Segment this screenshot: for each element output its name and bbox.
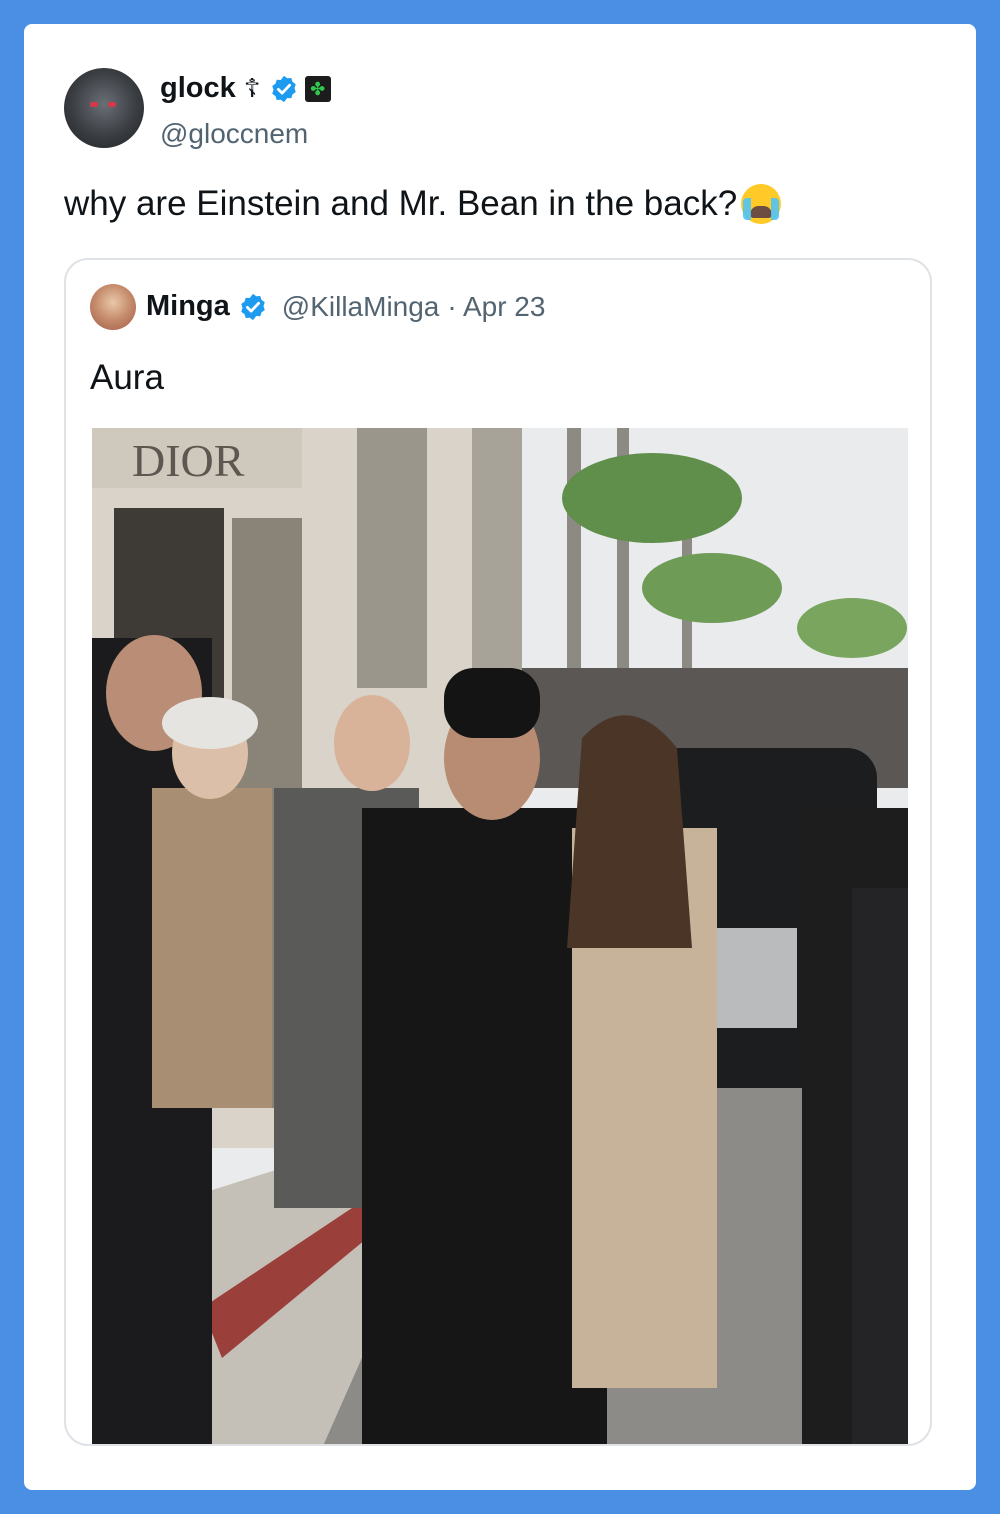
- quoted-author-avatar[interactable]: [90, 284, 136, 330]
- quoted-text: Aura: [90, 358, 164, 397]
- verified-badge-icon: [271, 75, 296, 102]
- quoted-date[interactable]: · Apr 23: [447, 291, 545, 323]
- author-avatar[interactable]: [64, 68, 144, 148]
- dior-sign: DIOR: [132, 435, 245, 486]
- tweet-card: glock ☦ ✤ @gloccnem why are Einstein and…: [24, 24, 976, 1490]
- quoted-tweet[interactable]: Minga @KillaMinga · Apr 23 Aura DIOR: [64, 258, 932, 1446]
- clover-icon: ✤: [304, 75, 331, 102]
- crying-emoji-icon: [741, 184, 782, 224]
- quoted-author-handle[interactable]: @KillaMinga: [282, 291, 440, 323]
- author-name[interactable]: glock: [160, 72, 236, 105]
- author-name-row: glock ☦ ✤: [160, 72, 331, 105]
- tweet-body: why are Einstein and Mr. Bean in the bac…: [64, 184, 738, 223]
- quoted-photo[interactable]: DIOR: [92, 428, 908, 1444]
- orthodox-cross-glyph: ☦: [243, 73, 261, 103]
- verified-badge-icon: [241, 293, 265, 320]
- quoted-header: Minga @KillaMinga · Apr 23: [146, 290, 545, 323]
- quoted-author-name[interactable]: Minga: [146, 290, 230, 323]
- author-handle[interactable]: @gloccnem: [160, 118, 308, 150]
- tweet-text: why are Einstein and Mr. Bean in the bac…: [64, 184, 782, 224]
- street-scene-illustration: DIOR: [92, 428, 908, 1444]
